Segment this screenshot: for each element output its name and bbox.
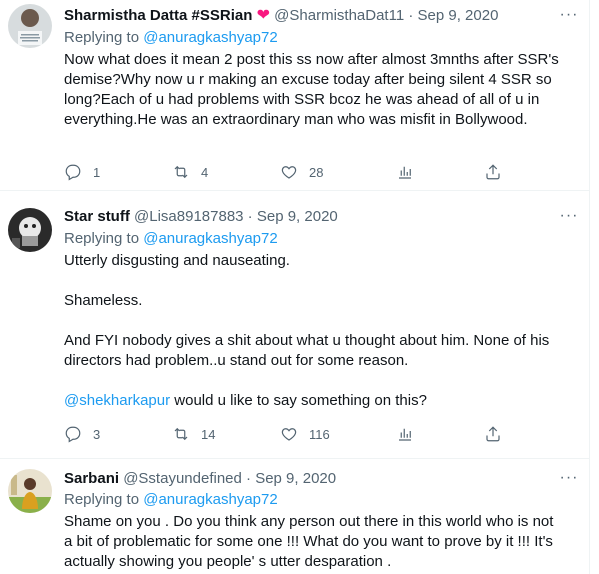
user-handle[interactable]: @SharmisthaDat11	[274, 7, 404, 24]
tweet-card[interactable]: Star stuff @Lisa89187883 · Sep 9, 2020 ·…	[0, 191, 590, 459]
tweet-date[interactable]: Sep 9, 2020	[257, 208, 338, 225]
tweet-text: Shame on you . Do you think any person o…	[64, 512, 564, 572]
tweet-text: Now what does it mean 2 post this ss now…	[64, 50, 564, 130]
retweet-count: 4	[201, 164, 209, 180]
replying-to: Replying to @anuragkashyap72	[64, 28, 278, 48]
display-name[interactable]: Sarbani	[64, 470, 119, 487]
like-count: 116	[309, 426, 330, 442]
more-icon[interactable]: ···	[558, 470, 580, 490]
replying-label: Replying to	[64, 230, 140, 247]
tweet-date[interactable]: Sep 9, 2020	[418, 7, 499, 24]
tweet-paragraph: Shameless.	[64, 292, 143, 309]
like-button[interactable]: 28	[280, 162, 323, 182]
views-icon	[399, 428, 411, 441]
like-icon	[281, 428, 297, 441]
reply-icon	[65, 164, 81, 181]
tweet-paragraph: And FYI nobody gives a shit about what u…	[64, 332, 550, 369]
share-button[interactable]	[484, 424, 502, 444]
retweet-count: 14	[201, 426, 216, 442]
mention-text: would u like to say something on this?	[170, 392, 427, 409]
share-icon	[486, 426, 500, 442]
replying-to-link[interactable]: @anuragkashyap72	[143, 491, 278, 508]
tweet-header: Sharmistha Datta #SSRian ❤ @SharmisthaDa…	[64, 6, 550, 26]
reply-button[interactable]: 3	[64, 424, 100, 444]
views-icon	[399, 166, 411, 179]
tweet-card[interactable]: Sharmistha Datta #SSRian ❤ @SharmisthaDa…	[0, 0, 590, 191]
like-icon	[281, 166, 297, 179]
views-button[interactable]	[396, 162, 414, 182]
user-handle[interactable]: @Sstayundefined	[123, 470, 242, 487]
like-count: 28	[309, 164, 324, 180]
avatar[interactable]	[8, 208, 52, 252]
action-bar: 3 14 116	[64, 424, 504, 444]
separator-dot: ·	[247, 208, 253, 225]
separator-dot: ·	[246, 470, 252, 487]
action-bar: 1 4 28	[64, 162, 504, 182]
replying-to-link[interactable]: @anuragkashyap72	[143, 29, 278, 46]
replying-label: Replying to	[64, 29, 140, 46]
replying-to: Replying to @anuragkashyap72	[64, 490, 278, 510]
views-button[interactable]	[396, 424, 414, 444]
reply-count: 1	[93, 164, 101, 180]
tweet-paragraph: Utterly disgusting and nauseating.	[64, 252, 290, 269]
avatar[interactable]	[8, 469, 52, 513]
share-icon	[486, 164, 500, 180]
heart-icon: ❤	[256, 7, 270, 24]
tweet-text: Utterly disgusting and nauseating. Shame…	[64, 251, 564, 411]
tweet-paragraph: Shame on you . Do you think any person o…	[64, 513, 554, 570]
tweet-card[interactable]: Sarbani @Sstayundefined · Sep 9, 2020 ··…	[0, 459, 590, 574]
reply-count: 3	[93, 426, 101, 442]
mention-link[interactable]: @shekharkapur	[64, 392, 170, 409]
retweet-icon	[174, 165, 188, 179]
more-icon[interactable]: ···	[558, 7, 580, 27]
retweet-button[interactable]: 4	[172, 162, 208, 182]
tweet-header: Sarbani @Sstayundefined · Sep 9, 2020	[64, 469, 550, 489]
avatar[interactable]	[8, 4, 52, 48]
reply-button[interactable]: 1	[64, 162, 100, 182]
retweet-icon	[174, 427, 188, 441]
retweet-button[interactable]: 14	[172, 424, 215, 444]
tweet-feed: Sharmistha Datta #SSRian ❤ @SharmisthaDa…	[0, 0, 590, 574]
display-name[interactable]: Star stuff	[64, 208, 130, 225]
share-button[interactable]	[484, 162, 502, 182]
more-icon[interactable]: ···	[558, 208, 580, 228]
tweet-header: Star stuff @Lisa89187883 · Sep 9, 2020	[64, 207, 550, 227]
like-button[interactable]: 116	[280, 424, 330, 444]
display-name[interactable]: Sharmistha Datta #SSRian	[64, 7, 252, 24]
tweet-paragraph: Now what does it mean 2 post this ss now…	[64, 51, 559, 128]
tweet-paragraph: @shekharkapur would u like to say someth…	[64, 391, 564, 411]
tweet-date[interactable]: Sep 9, 2020	[255, 470, 336, 487]
reply-icon	[65, 426, 81, 443]
replying-label: Replying to	[64, 491, 140, 508]
replying-to: Replying to @anuragkashyap72	[64, 229, 278, 249]
separator-dot: ·	[408, 7, 414, 24]
replying-to-link[interactable]: @anuragkashyap72	[143, 230, 278, 247]
user-handle[interactable]: @Lisa89187883	[134, 208, 243, 225]
